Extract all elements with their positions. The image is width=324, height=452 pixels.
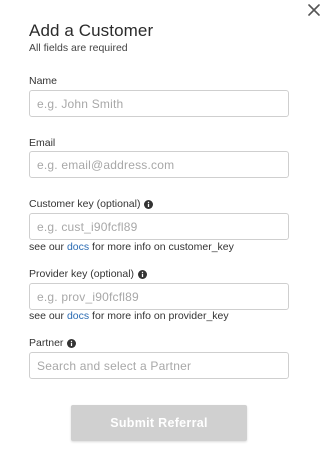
dialog-title: Add a Customer [29, 21, 154, 40]
customer-key-help-suffix: for more info on customer_key [89, 241, 234, 253]
provider-key-input[interactable] [29, 283, 289, 310]
name-label-text: Name [29, 75, 58, 87]
provider-key-label: Provider key (optional) [29, 268, 148, 280]
info-icon[interactable] [138, 269, 148, 279]
close-button[interactable] [305, 1, 323, 19]
submit-referral-button[interactable]: Submit Referral [71, 405, 247, 441]
customer-key-docs-link[interactable]: docs [67, 241, 89, 253]
name-input[interactable] [29, 90, 289, 117]
customer-key-help-prefix: see our [29, 241, 67, 253]
customer-key-help: see our docs for more info on customer_k… [29, 241, 234, 253]
customer-key-input[interactable] [29, 213, 289, 240]
provider-key-help-suffix: for more info on provider_key [89, 310, 229, 322]
provider-key-docs-link[interactable]: docs [67, 310, 89, 322]
close-icon [308, 4, 320, 16]
partner-label-text: Partner [29, 337, 64, 349]
provider-key-label-text: Provider key (optional) [29, 268, 135, 280]
provider-key-help-prefix: see our [29, 310, 67, 322]
customer-key-label: Customer key (optional) [29, 198, 154, 210]
info-icon[interactable] [144, 199, 154, 209]
provider-key-help: see our docs for more info on provider_k… [29, 310, 229, 322]
dialog-subtitle: All fields are required [29, 42, 128, 54]
email-label: Email [29, 137, 55, 149]
email-label-text: Email [29, 137, 56, 149]
info-icon[interactable] [67, 338, 77, 348]
name-label: Name [29, 75, 57, 87]
partner-search-input[interactable] [29, 352, 289, 379]
partner-label: Partner [29, 337, 77, 349]
email-input[interactable] [29, 151, 289, 178]
customer-key-label-text: Customer key (optional) [29, 198, 141, 210]
